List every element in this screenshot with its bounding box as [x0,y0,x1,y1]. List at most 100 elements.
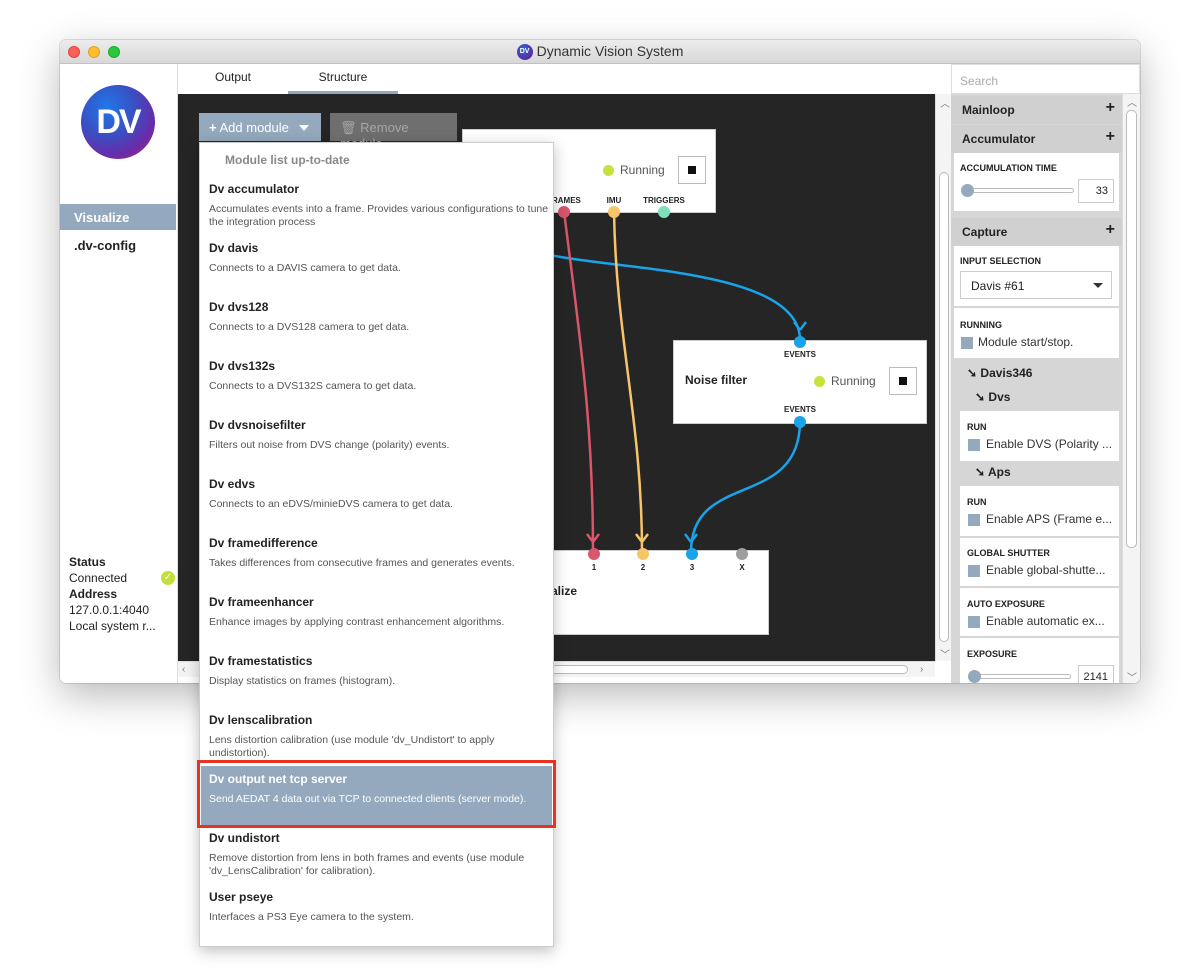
running-checkbox-label: Module start/stop. [978,335,1074,349]
port-label-1: 1 [591,563,597,572]
stop-icon [899,377,907,385]
module-list-status: Module list up-to-date [225,153,350,167]
add-module-button[interactable]: + Add module [199,113,321,141]
dvs-run-checkbox-label: Enable DVS (Polarity ... [986,437,1113,451]
canvas-vertical-scrollbar[interactable]: ︿ ﹀ [935,94,951,661]
aps-run-checkbox-label: Enable APS (Frame e... [986,512,1113,526]
section-capture[interactable]: Capture + [951,218,1122,246]
stop-button[interactable] [678,156,706,184]
accumulation-time-label: ACCUMULATION TIME [960,163,1057,173]
add-icon[interactable]: + [1106,221,1115,239]
scroll-thumb[interactable] [548,665,908,674]
scroll-right-icon[interactable]: › [920,664,923,675]
port-3[interactable] [686,548,698,560]
add-icon[interactable]: + [1106,99,1115,117]
remove-module-button[interactable]: 🗑 Remove module [330,113,457,151]
port-events-out[interactable] [794,416,806,428]
module-item-dv-undistort[interactable]: Dv undistort Remove distortion from lens… [201,831,552,890]
scroll-down-icon[interactable]: ﹀ [940,646,950,661]
connection-events-noise [549,253,802,341]
auto-exposure-checkbox-label: Enable automatic ex... [986,614,1105,628]
global-shutter-checkbox-label: Enable global-shutte... [986,563,1106,577]
expand-arrow-icon: ➘ [967,366,978,380]
input-selection-label: INPUT SELECTION [960,256,1042,266]
accumulation-time-card: ACCUMULATION TIME 33 [954,153,1119,211]
module-item-dv-dvsnoisefilter[interactable]: Dv dvsnoisefilter Filters out noise from… [201,418,552,477]
node-status: Running [831,374,876,388]
node-status: Running [620,163,665,177]
module-item-dv-edvs[interactable]: Dv edvs Connects to an eDVS/minieDVS cam… [201,477,552,536]
dvs-run-checkbox[interactable] [968,439,980,451]
running-checkbox[interactable] [961,337,973,349]
module-item-dv-dvs132s[interactable]: Dv dvs132s Connects to a DVS132S camera … [201,359,552,418]
connection-noise-vis [689,420,802,553]
port-label-x: X [739,563,745,572]
chevron-down-icon [299,125,309,131]
running-indicator [814,376,825,387]
plus-icon: + [209,120,217,135]
scroll-thumb[interactable] [939,172,949,642]
exposure-slider[interactable] [969,674,1071,679]
connection-imu [612,210,644,553]
port-imu[interactable] [608,206,620,218]
aps-run-label: RUN [967,497,987,507]
port-label-events-in: EVENTS [783,350,816,359]
module-item-dv-davis[interactable]: Dv davis Connects to a DAVIS camera to g… [201,241,552,300]
accumulation-time-input[interactable]: 33 [1078,179,1114,203]
dvs-run-card: RUN Enable DVS (Polarity ... [960,411,1119,461]
node-visualize[interactable]: 1 2 3 X alize [550,548,769,635]
auto-exposure-label: AUTO EXPOSURE [967,599,1045,609]
running-card: RUNNING Module start/stop. [954,308,1119,358]
dvs-run-label: RUN [967,422,987,432]
search-input[interactable]: Search [951,64,1140,94]
global-shutter-card: GLOBAL SHUTTER Enable global-shutte... [960,538,1119,586]
global-shutter-checkbox[interactable] [968,565,980,577]
scroll-thumb[interactable] [1126,110,1137,548]
config-panel-scrollbar[interactable]: ︿ ﹀ [1122,94,1140,683]
section-dvs[interactable]: ➘ Dvs+ [975,387,1134,412]
port-2[interactable] [637,548,649,560]
section-mainloop[interactable]: Mainloop + [951,96,1122,124]
module-item-dv-framestatistics[interactable]: Dv framestatistics Display statistics on… [201,654,552,713]
input-selection-select[interactable]: Davis #61 [960,271,1112,299]
accumulation-time-slider[interactable] [962,188,1074,193]
auto-exposure-card: AUTO EXPOSURE Enable automatic ex... [960,588,1119,636]
module-item-dv-accumulator[interactable]: Dv accumulator Accumulates events into a… [201,182,552,241]
module-item-user-pseye[interactable]: User pseye Interfaces a PS3 Eye camera t… [201,890,552,949]
exposure-card: EXPOSURE 2141 [960,638,1119,683]
module-item-dv-framedifference[interactable]: Dv framedifference Takes differences fro… [201,536,552,595]
add-icon[interactable]: + [1106,128,1115,146]
section-accumulator[interactable]: Accumulator + [951,125,1122,153]
scroll-down-icon[interactable]: ﹀ [1127,669,1137,683]
section-aps[interactable]: ➘ Aps+ [975,462,1134,487]
port-triggers[interactable] [658,206,670,218]
scroll-up-icon[interactable]: ︿ [940,95,950,110]
port-1[interactable] [588,548,600,560]
port-events-in[interactable] [794,336,806,348]
exposure-label: EXPOSURE [967,649,1018,659]
slider-handle[interactable] [961,184,974,197]
exposure-input[interactable]: 2141 [1078,665,1114,683]
running-label: RUNNING [960,320,1002,330]
running-indicator [603,165,614,176]
slider-handle[interactable] [968,670,981,683]
stop-icon [688,166,696,174]
section-davis346[interactable]: ➘ Davis346+ [967,363,1134,388]
input-selection-card: INPUT SELECTION Davis #61 [954,246,1119,306]
chevron-down-icon [1093,283,1103,288]
scroll-left-icon[interactable]: ‹ [182,664,185,675]
node-title: alize [551,584,578,598]
stop-button[interactable] [889,367,917,395]
port-frames[interactable] [558,206,570,218]
scroll-up-icon[interactable]: ︿ [1127,94,1137,109]
global-shutter-label: GLOBAL SHUTTER [967,548,1050,558]
module-item-dv-frameenhancer[interactable]: Dv frameenhancer Enhance images by apply… [201,595,552,654]
node-noise-filter[interactable]: EVENTS Noise filter Running EVENTS [673,336,927,428]
module-item-dv-dvs128[interactable]: Dv dvs128 Connects to a DVS128 camera to… [201,300,552,359]
aps-run-checkbox[interactable] [968,514,980,526]
auto-exposure-checkbox[interactable] [968,616,980,628]
port-label-imu: IMU [606,196,622,205]
selection-highlight-frame [197,760,556,828]
port-label-3: 3 [689,563,695,572]
port-x[interactable] [736,548,748,560]
